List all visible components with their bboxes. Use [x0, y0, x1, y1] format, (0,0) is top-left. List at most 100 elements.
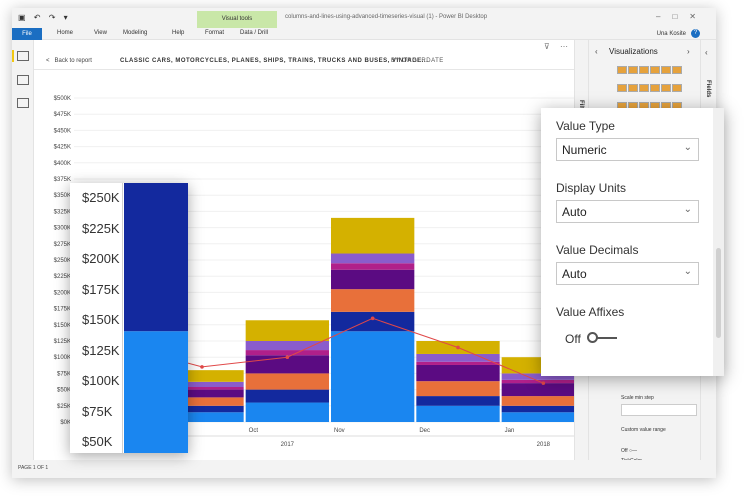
- stacked-bar-segment: [501, 412, 585, 422]
- ribbon-chart-icon[interactable]: [661, 84, 671, 92]
- stacked-bar-segment: [416, 405, 500, 422]
- stacked-bar-icon[interactable]: [617, 66, 627, 74]
- zoom-axis-label: $125K: [82, 342, 120, 358]
- visual-subtitle: BY ORDERDATE: [391, 58, 444, 64]
- tab-home[interactable]: Home: [57, 30, 73, 36]
- back-label: Back to report: [54, 58, 92, 64]
- tab-data-drill[interactable]: Data / Drill: [240, 30, 268, 36]
- visual-title: CLASSIC CARS, MOTORCYCLES, PLANES, SHIPS…: [120, 58, 429, 64]
- stacked-bar-segment: [416, 364, 500, 382]
- value-type-dropdown[interactable]: Numeric ⌄: [556, 138, 699, 161]
- stacked-bar-segment: [501, 396, 585, 406]
- ribbon: File Home View Modeling Help Format Data…: [12, 28, 716, 40]
- visualizations-title: Visualizations: [609, 47, 658, 56]
- fields-label: Fields: [705, 80, 711, 98]
- scale-min-step-input[interactable]: [621, 404, 697, 416]
- zoom-axis-label: $150K: [82, 312, 120, 327]
- x-tick-label: Nov: [334, 428, 345, 434]
- popup-scrollbar[interactable]: [713, 108, 724, 376]
- y-tick-label: $275K: [54, 242, 71, 248]
- visual-tools-context-tab: Visual tools: [197, 11, 277, 28]
- tab-help[interactable]: Help: [172, 30, 184, 36]
- trend-point: [456, 345, 460, 350]
- popup-scrollbar-thumb[interactable]: [716, 248, 721, 338]
- collapse-left-icon[interactable]: ‹: [595, 47, 598, 56]
- file-tab[interactable]: File: [12, 28, 42, 40]
- stacked-bar-segment: [331, 331, 415, 422]
- scale-min-step-label: Scale min step: [621, 395, 654, 401]
- stacked-bar-segment: [245, 350, 329, 356]
- custom-value-range-state: Off: [621, 448, 628, 454]
- help-icon[interactable]: ?: [691, 29, 700, 38]
- page-indicator: PAGE 1 OF 1: [18, 465, 49, 471]
- zoom-axis-label: $200K: [82, 251, 120, 266]
- zoomed-axis-callout: $250K $225K $200K $175K $150K $125K $100K $75K $…: [70, 183, 188, 453]
- format-settings-popup: Value Type Numeric ⌄ Display Units Auto ⌄ …: [541, 108, 724, 376]
- y-tick-label: $225K: [54, 274, 71, 280]
- line-column-icon[interactable]: [650, 84, 660, 92]
- zoom-axis-label: $50K: [82, 434, 113, 449]
- y-tick-label: $325K: [54, 209, 71, 215]
- zoom-axis-label: $250K: [82, 190, 120, 205]
- y-tick-label: $50K: [57, 388, 71, 394]
- display-units-dropdown[interactable]: Auto ⌄: [556, 200, 699, 223]
- view-switcher: [12, 40, 34, 460]
- x-tick-label: Jan: [505, 428, 515, 434]
- year-label: 2017: [281, 442, 295, 448]
- y-tick-label: $200K: [54, 290, 71, 296]
- value-affixes-state: Off: [565, 332, 581, 346]
- y-tick-label: $425K: [54, 145, 71, 151]
- y-tick-label: $100K: [54, 355, 71, 361]
- value-decimals-label: Value Decimals: [556, 243, 639, 257]
- tab-format[interactable]: Format: [205, 30, 224, 36]
- zoom-axis-label: $175K: [82, 281, 120, 297]
- expand-fields-icon[interactable]: ‹: [705, 48, 708, 57]
- report-view-icon[interactable]: [17, 51, 29, 61]
- stacked-bar-segment: [416, 396, 500, 406]
- 100-bar-icon[interactable]: [661, 66, 671, 74]
- stacked-bar-segment: [245, 402, 329, 422]
- x-tick-label: Dec: [419, 428, 430, 434]
- 100-column-icon[interactable]: [672, 66, 682, 74]
- tab-modeling[interactable]: Modeling: [123, 30, 147, 36]
- custom-value-range-label: Custom value range: [621, 427, 666, 433]
- stacked-bar-segment: [416, 381, 500, 397]
- stacked-bar-segment: [331, 263, 415, 270]
- y-tick-label: $475K: [54, 112, 71, 118]
- back-to-report-button[interactable]: < Back to report: [46, 58, 92, 64]
- trend-point: [200, 365, 204, 369]
- y-tick-label: $375K: [54, 177, 71, 183]
- expand-right-icon[interactable]: ›: [687, 47, 690, 56]
- value-decimals-dropdown[interactable]: Auto ⌄: [556, 262, 699, 285]
- title-bar: ▣ ↶ ↷ ▾ Visual tools columns-and-lines-u…: [12, 8, 716, 28]
- stacked-area-icon[interactable]: [639, 84, 649, 92]
- stacked-bar-segment: [416, 353, 500, 362]
- custom-value-range-toggle[interactable]: Off ○—: [621, 448, 637, 454]
- active-view-indicator: [12, 50, 14, 62]
- user-name[interactable]: Una Kosite: [657, 31, 686, 37]
- trend-point: [541, 381, 546, 385]
- stacked-column-icon[interactable]: [628, 66, 638, 74]
- area-chart-icon[interactable]: [628, 84, 638, 92]
- line-chart-icon[interactable]: [617, 84, 627, 92]
- value-affixes-toggle-knob[interactable]: [587, 332, 598, 343]
- stacked-bar-segment: [331, 217, 415, 254]
- quick-access-icons[interactable]: ▣ ↶ ↷ ▾: [18, 13, 71, 22]
- window-controls[interactable]: –□✕: [656, 12, 708, 21]
- y-tick-label: $150K: [54, 323, 71, 329]
- data-view-icon[interactable]: [17, 75, 29, 85]
- model-view-icon[interactable]: [17, 98, 29, 108]
- display-units-label: Display Units: [556, 181, 627, 195]
- clustered-column-icon[interactable]: [650, 66, 660, 74]
- tab-view[interactable]: View: [94, 30, 107, 36]
- trend-point: [285, 355, 290, 360]
- stacked-bar-segment: [501, 383, 585, 397]
- clustered-bar-icon[interactable]: [639, 66, 649, 74]
- visual-header-icons[interactable]: ⊽ ⋯: [544, 42, 572, 51]
- zoom-bar-segment: [124, 183, 188, 332]
- zoom-axis-label: $75K: [82, 403, 113, 419]
- value-affixes-label: Value Affixes: [556, 305, 625, 319]
- waterfall-icon[interactable]: [672, 84, 682, 92]
- year-label: 2018: [537, 442, 551, 448]
- y-tick-label: $500K: [54, 96, 71, 102]
